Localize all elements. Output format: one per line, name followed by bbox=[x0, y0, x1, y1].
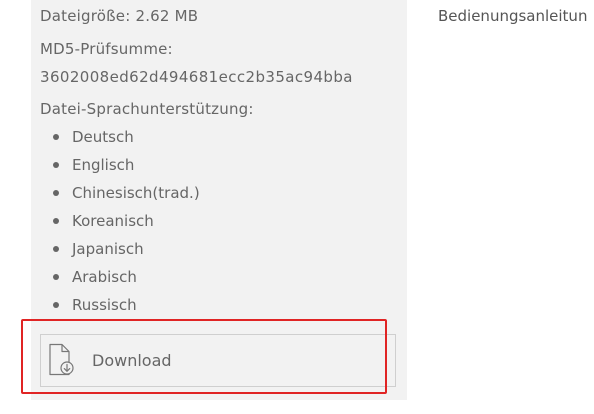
bullet-icon bbox=[53, 134, 59, 140]
page: Dateigröße: 2.62 MB MD5-Prüfsumme: 36020… bbox=[0, 0, 594, 414]
list-item: Englisch bbox=[52, 154, 200, 182]
list-item: Koreanisch bbox=[52, 210, 200, 238]
bullet-icon bbox=[53, 190, 59, 196]
list-item: Arabisch bbox=[52, 266, 200, 294]
language-item: Chinesisch(trad.) bbox=[72, 184, 200, 202]
highlight-annotation bbox=[21, 319, 387, 394]
bullet-icon bbox=[53, 246, 59, 252]
language-item: Deutsch bbox=[72, 128, 134, 146]
bullet-icon bbox=[53, 302, 59, 308]
list-item: Deutsch bbox=[52, 126, 200, 154]
file-size-text: Dateigröße: 2.62 MB bbox=[40, 7, 199, 25]
list-item: Japanisch bbox=[52, 238, 200, 266]
list-item: Chinesisch(trad.) bbox=[52, 182, 200, 210]
bullet-icon bbox=[53, 218, 59, 224]
language-support-label: Datei-Sprachunterstützung: bbox=[40, 100, 254, 118]
language-item: Arabisch bbox=[72, 268, 137, 286]
language-item: Russisch bbox=[72, 296, 137, 314]
language-item: Englisch bbox=[72, 156, 135, 174]
bullet-icon bbox=[53, 274, 59, 280]
language-item: Japanisch bbox=[72, 240, 144, 258]
language-item: Koreanisch bbox=[72, 212, 154, 230]
bullet-icon bbox=[53, 162, 59, 168]
list-item: Russisch bbox=[52, 294, 200, 322]
md5-value: 3602008ed62d494681ecc2b35ac94bba bbox=[40, 68, 353, 86]
md5-label: MD5-Prüfsumme: bbox=[40, 40, 173, 58]
language-list: Deutsch Englisch Chinesisch(trad.) Korea… bbox=[52, 126, 200, 322]
user-manual-link[interactable]: Bedienungsanleitun bbox=[438, 6, 587, 26]
